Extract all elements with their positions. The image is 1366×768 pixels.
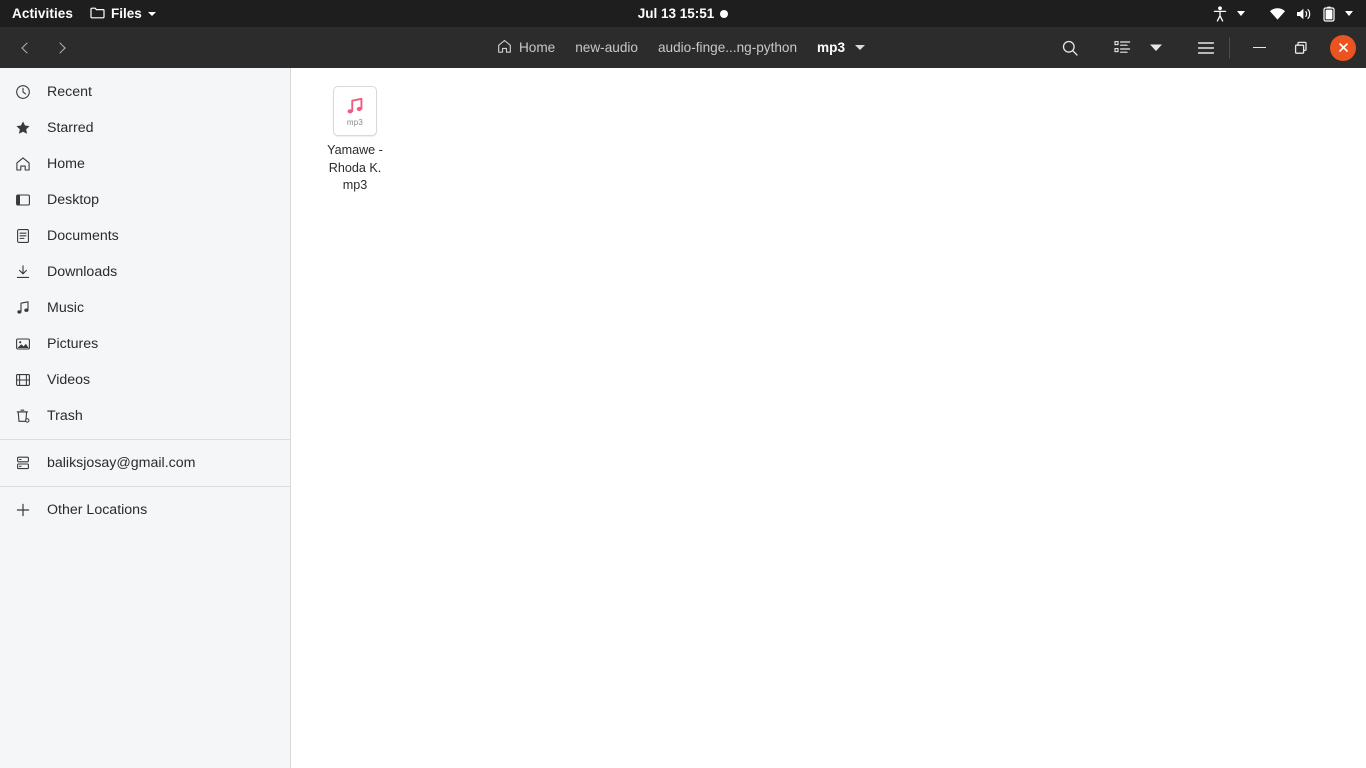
minimize-button[interactable] xyxy=(1244,33,1274,63)
places-sidebar: Recent Starred Home Desktop Documents Do… xyxy=(0,68,291,768)
file-item[interactable]: mp3 Yamawe - Rhoda K. mp3 xyxy=(305,82,405,199)
file-extension-label: mp3 xyxy=(346,118,364,127)
header-divider xyxy=(1229,36,1230,59)
sidebar-item-desktop[interactable]: Desktop xyxy=(0,182,290,218)
file-view[interactable]: mp3 Yamawe - Rhoda K. mp3 xyxy=(291,68,1366,768)
window-header-bar: Home new-audio audio-finge...ng-python m… xyxy=(0,27,1366,68)
minimize-icon xyxy=(1252,46,1266,49)
maximize-button[interactable] xyxy=(1286,33,1316,63)
navigation-buttons xyxy=(0,33,78,63)
star-icon xyxy=(14,120,31,137)
server-icon xyxy=(14,455,31,472)
plus-icon xyxy=(14,502,31,519)
clock-label[interactable]: Jul 13 15:51 xyxy=(638,6,715,21)
hamburger-menu-icon xyxy=(1197,41,1215,54)
list-view-icon xyxy=(1113,41,1130,53)
app-menu-label: Files xyxy=(111,6,142,21)
breadcrumb-item-home[interactable]: Home xyxy=(487,34,565,62)
accessibility-icon[interactable] xyxy=(1208,0,1232,27)
sidebar-item-account[interactable]: baliksjosay@gmail.com xyxy=(0,445,290,481)
files-window: Home new-audio audio-finge...ng-python m… xyxy=(0,27,1366,768)
sidebar-item-recent[interactable]: Recent xyxy=(0,74,290,110)
forward-button[interactable] xyxy=(44,33,78,63)
sidebar-item-downloads[interactable]: Downloads xyxy=(0,254,290,290)
maximize-restore-icon xyxy=(1294,41,1307,54)
breadcrumb-label-home: Home xyxy=(518,40,556,55)
desktop-icon xyxy=(14,192,31,209)
window-body: Recent Starred Home Desktop Documents Do… xyxy=(0,68,1366,768)
back-button[interactable] xyxy=(8,33,42,63)
breadcrumb-item-new-audio[interactable]: new-audio xyxy=(565,34,648,62)
sidebar-item-documents[interactable]: Documents xyxy=(0,218,290,254)
file-name-line-1: Yamawe - xyxy=(327,143,383,157)
sidebar-label-downloads: Downloads xyxy=(47,264,118,280)
volume-icon[interactable] xyxy=(1291,0,1318,27)
sidebar-label-videos: Videos xyxy=(47,372,91,388)
battery-icon[interactable] xyxy=(1318,0,1340,27)
file-name-line-3: mp3 xyxy=(342,178,368,192)
sidebar-label-home: Home xyxy=(47,156,85,172)
clock-icon xyxy=(14,84,31,101)
sidebar-item-music[interactable]: Music xyxy=(0,290,290,326)
back-icon xyxy=(20,41,33,54)
view-mode-dropdown-button[interactable] xyxy=(1139,32,1173,64)
main-menu-button[interactable] xyxy=(1189,32,1223,64)
sidebar-label-recent: Recent xyxy=(47,84,92,100)
sidebar-item-other-locations[interactable]: Other Locations xyxy=(0,492,290,528)
film-icon xyxy=(14,372,31,389)
chevron-down-icon xyxy=(1150,44,1162,51)
sidebar-label-trash: Trash xyxy=(47,408,83,424)
system-menu-caret-icon[interactable] xyxy=(1340,0,1358,27)
sidebar-divider-top xyxy=(0,439,290,440)
forward-icon xyxy=(53,41,66,54)
image-icon xyxy=(14,336,31,353)
system-tray xyxy=(1208,0,1366,27)
sidebar-label-account: baliksjosay@gmail.com xyxy=(47,455,196,471)
clock-area: Jul 13 15:51 xyxy=(0,6,1366,21)
wifi-icon[interactable] xyxy=(1264,0,1291,27)
sidebar-label-other-locations: Other Locations xyxy=(47,502,148,518)
file-name-label: Yamawe - Rhoda K. mp3 xyxy=(327,142,383,195)
music-note-icon xyxy=(14,300,31,317)
breadcrumb-item-audio-fingerprinting-python[interactable]: audio-finge...ng-python xyxy=(648,34,807,62)
sidebar-item-trash[interactable]: Trash xyxy=(0,398,290,434)
download-icon xyxy=(14,264,31,281)
document-icon xyxy=(14,228,31,245)
search-icon xyxy=(1062,40,1078,56)
view-mode-button[interactable] xyxy=(1105,32,1139,64)
close-button[interactable] xyxy=(1330,34,1356,61)
gnome-top-bar: Activities Files Jul 13 15:51 xyxy=(0,0,1366,27)
home-icon xyxy=(14,156,31,173)
sidebar-item-starred[interactable]: Starred xyxy=(0,110,290,146)
sidebar-divider-bottom xyxy=(0,486,290,487)
home-icon xyxy=(497,39,512,57)
top-bar-left: Activities Files xyxy=(0,0,164,27)
sidebar-label-starred: Starred xyxy=(47,120,94,136)
app-menu-button[interactable]: Files xyxy=(82,0,164,27)
sidebar-label-documents: Documents xyxy=(47,228,119,244)
sidebar-item-videos[interactable]: Videos xyxy=(0,362,290,398)
sidebar-label-desktop: Desktop xyxy=(47,192,100,208)
accessibility-caret-icon[interactable] xyxy=(1232,0,1250,27)
audio-file-icon: mp3 xyxy=(333,86,377,136)
activities-button[interactable]: Activities xyxy=(0,0,82,27)
header-bar-actions xyxy=(1053,27,1366,68)
sidebar-label-music: Music xyxy=(47,300,85,316)
chevron-down-icon xyxy=(147,11,156,16)
close-icon xyxy=(1338,43,1348,52)
trash-icon xyxy=(14,408,31,425)
sidebar-item-home[interactable]: Home xyxy=(0,146,290,182)
folder-icon xyxy=(90,6,105,22)
breadcrumb-item-mp3[interactable]: mp3 xyxy=(807,34,849,62)
breadcrumb-dropdown-icon[interactable] xyxy=(855,45,865,50)
search-button[interactable] xyxy=(1053,32,1087,64)
file-name-line-2: Rhoda K. xyxy=(328,160,382,175)
sidebar-label-pictures: Pictures xyxy=(47,336,99,352)
sidebar-item-pictures[interactable]: Pictures xyxy=(0,326,290,362)
file-grid: mp3 Yamawe - Rhoda K. mp3 xyxy=(305,82,1356,199)
notification-dot-icon xyxy=(720,9,729,18)
